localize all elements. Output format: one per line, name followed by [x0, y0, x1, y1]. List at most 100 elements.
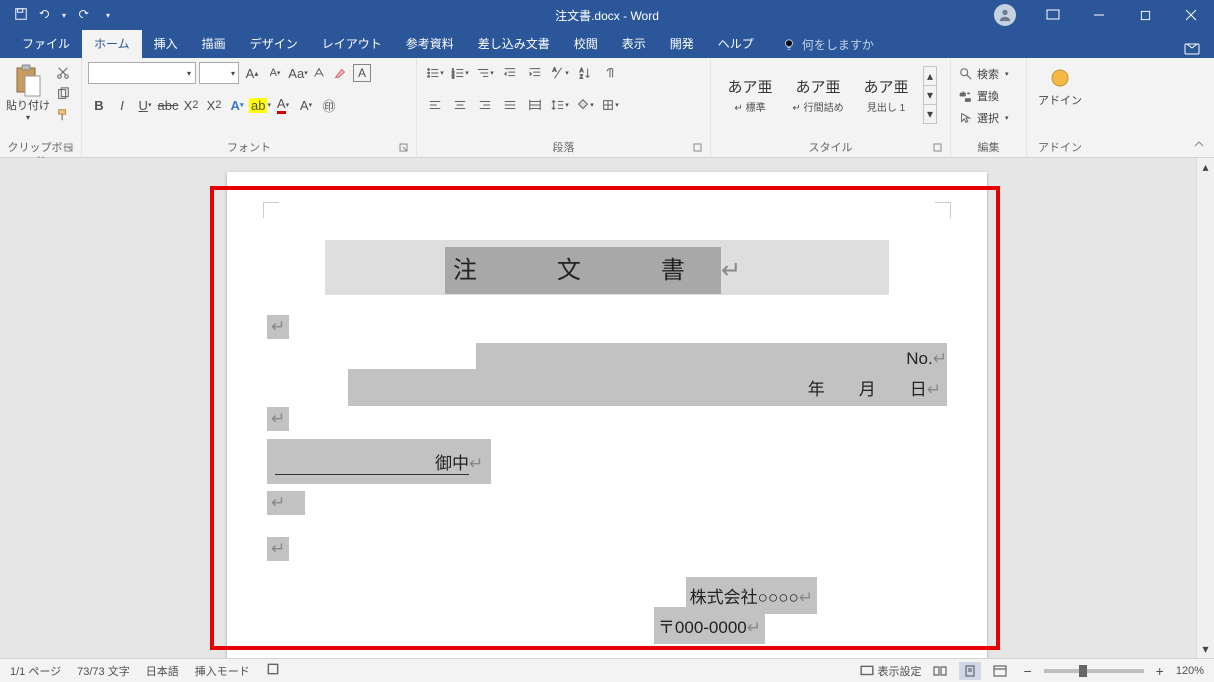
bold-button[interactable]: B [88, 94, 110, 116]
redo-icon[interactable] [76, 7, 90, 24]
zoom-in-button[interactable]: + [1152, 663, 1168, 679]
format-painter-icon[interactable] [56, 108, 70, 125]
styles-launcher-icon[interactable] [932, 143, 944, 155]
font-color-button[interactable]: A▾ [272, 94, 294, 116]
addin-button[interactable]: アドイン [1038, 68, 1082, 108]
cut-icon[interactable] [56, 66, 70, 83]
language[interactable]: 日本語 [146, 663, 179, 679]
zoom-slider[interactable] [1044, 669, 1144, 673]
font-size-combo[interactable]: ▾ [199, 62, 239, 84]
bullets-button[interactable]: ▾ [423, 62, 447, 84]
tab-insert[interactable]: 挿入 [142, 30, 190, 58]
strikethrough-button[interactable]: abc [157, 94, 179, 116]
shading-button[interactable]: ▾ [573, 94, 597, 116]
page[interactable]: 注 文 書↵ ↵ No.↵ 年 月 日↵ ↵ 御中↵ ↵ ↵ 株式会社○○○○↵… [227, 172, 987, 658]
document-content[interactable]: 注 文 書↵ ↵ No.↵ 年 月 日↵ ↵ 御中↵ ↵ ↵ 株式会社○○○○↵… [227, 172, 987, 639]
tab-help[interactable]: ヘルプ [706, 30, 766, 58]
tab-layout[interactable]: レイアウト [310, 30, 394, 58]
zoom-out-button[interactable]: − [1019, 663, 1035, 679]
undo-dropdown[interactable]: ▾ [62, 11, 66, 20]
read-mode-button[interactable] [929, 662, 951, 680]
scroll-down-button[interactable]: ▾ [1197, 640, 1214, 658]
clear-formatting-button[interactable] [330, 62, 350, 84]
ribbon-display-icon[interactable] [1030, 0, 1076, 30]
minimize-button[interactable] [1076, 0, 1122, 30]
tell-me-search[interactable]: 何をしますか [774, 31, 882, 58]
distribute-button[interactable] [523, 94, 547, 116]
borders-button[interactable]: ▾ [598, 94, 622, 116]
undo-icon[interactable] [38, 7, 52, 24]
page-count[interactable]: 1/1 ページ [10, 663, 61, 679]
macro-status-icon[interactable] [266, 662, 280, 679]
tab-review[interactable]: 校閲 [562, 30, 610, 58]
italic-button[interactable]: I [111, 94, 133, 116]
style-heading1[interactable]: あア亜 見出し 1 [853, 66, 919, 124]
print-layout-button[interactable] [959, 662, 981, 680]
qat-customize[interactable]: ▾ [106, 11, 110, 20]
tab-home[interactable]: ホーム [82, 30, 142, 58]
tab-mailings[interactable]: 差し込み文書 [466, 30, 562, 58]
find-button[interactable]: 検索▾ [957, 64, 1011, 84]
underline-button[interactable]: U▾ [134, 94, 156, 116]
decrease-indent-button[interactable] [498, 62, 522, 84]
multilevel-button[interactable]: ▾ [473, 62, 497, 84]
phonetic-guide-button[interactable] [311, 62, 327, 84]
change-case-button[interactable]: Aa▾ [288, 62, 308, 84]
word-count[interactable]: 73/73 文字 [77, 663, 130, 679]
style-more-button[interactable]: ▾ [924, 105, 936, 123]
web-layout-button[interactable] [989, 662, 1011, 680]
zoom-level[interactable]: 120% [1176, 665, 1204, 677]
char-shading-button[interactable]: A▾ [295, 94, 317, 116]
style-up-button[interactable]: ▴ [924, 67, 936, 86]
justify-button[interactable] [498, 94, 522, 116]
superscript-button[interactable]: X2 [203, 94, 225, 116]
paragraph-launcher-icon[interactable] [692, 143, 704, 155]
tab-view[interactable]: 表示 [610, 30, 658, 58]
style-normal[interactable]: あア亜 ↵ 標準 [717, 66, 783, 124]
vertical-scrollbar[interactable]: ▴ ▾ [1196, 158, 1214, 658]
text-effects-button[interactable]: A▾ [226, 94, 248, 116]
style-down-button[interactable]: ▾ [924, 86, 936, 105]
highlight-button[interactable]: ab▾ [249, 94, 271, 116]
replace-button[interactable]: abac置換 [957, 86, 1001, 106]
align-left-button[interactable] [423, 94, 447, 116]
collapse-ribbon-button[interactable] [1192, 137, 1208, 153]
sort-button[interactable]: AZ [573, 62, 597, 84]
user-avatar[interactable] [994, 4, 1016, 26]
insert-mode[interactable]: 挿入モード [195, 663, 250, 679]
paste-button[interactable]: 貼り付け ▾ [6, 62, 50, 122]
show-marks-button[interactable] [598, 62, 622, 84]
shrink-font-button[interactable]: A▾ [265, 62, 285, 84]
line-spacing-button[interactable]: ▾ [548, 94, 572, 116]
display-settings[interactable]: 表示設定 [860, 663, 921, 679]
tab-developer[interactable]: 開発 [658, 30, 706, 58]
grow-font-button[interactable]: A▴ [242, 62, 262, 84]
char-border-button[interactable]: A [353, 64, 371, 82]
tab-design[interactable]: デザイン [238, 30, 310, 58]
font-launcher-icon[interactable] [398, 143, 410, 155]
close-button[interactable] [1168, 0, 1214, 30]
align-right-button[interactable] [473, 94, 497, 116]
asian-layout-button[interactable]: A▾ [548, 62, 572, 84]
subscript-button[interactable]: X2 [180, 94, 202, 116]
doc-title-line[interactable]: 注 文 書↵ [267, 232, 947, 303]
align-center-button[interactable] [448, 94, 472, 116]
numbering-button[interactable]: 123▾ [448, 62, 472, 84]
scroll-track[interactable] [1197, 176, 1214, 640]
tab-references[interactable]: 参考資料 [394, 30, 466, 58]
increase-indent-button[interactable] [523, 62, 547, 84]
save-icon[interactable] [14, 7, 28, 24]
style-no-spacing[interactable]: あア亜 ↵ 行間詰め [785, 66, 851, 124]
zoom-thumb[interactable] [1079, 665, 1087, 677]
tab-file[interactable]: ファイル [10, 30, 82, 58]
font-name-combo[interactable]: ▾ [88, 62, 196, 84]
paste-dropdown[interactable]: ▾ [26, 113, 30, 122]
copy-icon[interactable] [56, 87, 70, 104]
scroll-up-button[interactable]: ▴ [1197, 158, 1214, 176]
enclose-char-button[interactable]: ㊞ [318, 94, 340, 116]
maximize-button[interactable] [1122, 0, 1168, 30]
share-icon[interactable] [1182, 38, 1202, 58]
tab-draw[interactable]: 描画 [190, 30, 238, 58]
clipboard-launcher-icon[interactable] [63, 143, 75, 155]
select-button[interactable]: 選択▾ [957, 108, 1011, 128]
